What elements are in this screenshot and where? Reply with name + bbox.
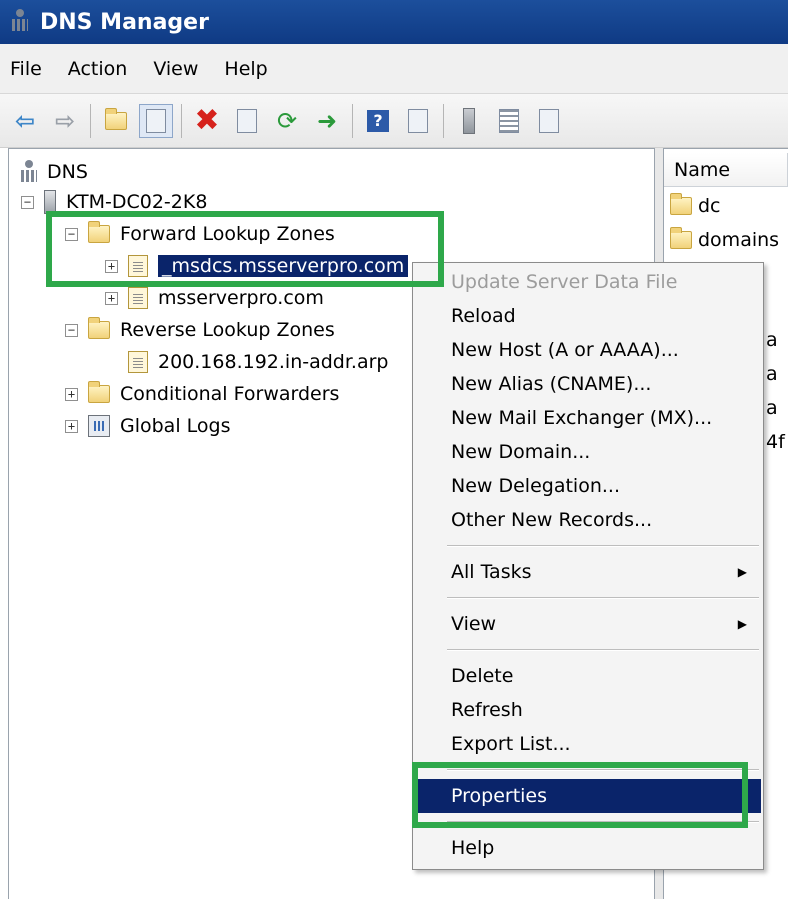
back-arrow-icon[interactable]: ⇦ [8, 104, 42, 138]
show-hide-console-tree-icon[interactable] [139, 103, 173, 138]
folder-icon [88, 381, 110, 403]
tree-node-global-logs[interactable]: + Global Logs [65, 411, 230, 441]
menu-item-export-list[interactable]: Export List... [415, 727, 761, 761]
menu-bar: File Action View Help [0, 44, 788, 94]
expand-icon[interactable]: + [105, 291, 118, 305]
menu-item-view[interactable]: View ▶ [415, 607, 761, 641]
menu-action[interactable]: Action [68, 58, 128, 80]
menu-item-delete[interactable]: Delete [415, 659, 761, 693]
menu-help[interactable]: Help [224, 58, 267, 80]
menu-item-all-tasks[interactable]: All Tasks ▶ [415, 555, 761, 589]
tree-node-dns[interactable]: DNS [21, 157, 88, 187]
collapse-icon[interactable]: − [65, 323, 78, 337]
menu-item-view-label: View [451, 613, 497, 635]
list-item[interactable]: domains [670, 225, 779, 255]
tree-label-server: KTM-DC02-2K8 [66, 191, 208, 213]
window-title: DNS Manager [40, 9, 209, 35]
submenu-arrow-icon: ▶ [737, 617, 747, 631]
expand-icon[interactable]: + [65, 419, 78, 433]
tree-label-msserverpro-zone: msserverpro.com [158, 287, 324, 309]
list-item-clipped-text: 4f [766, 431, 785, 453]
list-item-clipped-text: a [766, 329, 778, 351]
list-item-clipped-text: a [766, 397, 778, 419]
menu-item-other-new-records[interactable]: Other New Records... [415, 503, 761, 537]
properties-icon[interactable] [230, 104, 264, 138]
tree-label-reverse-zone: 200.168.192.in-addr.arp [158, 351, 389, 373]
folder-icon [670, 227, 692, 249]
tree-node-conditional-forwarders[interactable]: + Conditional Forwarders [65, 379, 339, 409]
tree-label-global-logs: Global Logs [120, 415, 231, 437]
dns-manager-icon [12, 9, 34, 35]
menu-item-new-delegation[interactable]: New Delegation... [415, 469, 761, 503]
delete-icon[interactable]: ✖ [190, 103, 224, 138]
menu-view[interactable]: View [153, 58, 198, 80]
dns-icon [21, 160, 37, 184]
menu-separator [447, 649, 759, 651]
menu-item-help[interactable]: Help [415, 831, 761, 865]
menu-file[interactable]: File [10, 58, 42, 80]
menu-item-new-host[interactable]: New Host (A or AAAA)... [415, 333, 761, 367]
tree-node-msserverpro-zone[interactable]: + msserverpro.com [105, 283, 324, 313]
menu-item-new-alias[interactable]: New Alias (CNAME)... [415, 367, 761, 401]
zone-icon [128, 287, 148, 309]
export-list-icon[interactable]: ➜ [310, 104, 344, 138]
tree-node-reverse-lookup-zones[interactable]: − Reverse Lookup Zones [65, 315, 335, 345]
column-header-name[interactable]: Name [664, 153, 788, 187]
list-item-clipped-text: a [766, 363, 778, 385]
toolbar-separator [443, 103, 444, 138]
annotation-box-zone [46, 211, 444, 287]
expand-icon[interactable]: + [65, 387, 78, 401]
forward-arrow-icon[interactable]: ⇨ [48, 104, 82, 138]
menu-item-new-domain[interactable]: New Domain... [415, 435, 761, 469]
menu-item-refresh[interactable]: Refresh [415, 693, 761, 727]
toolbar-separator [90, 103, 91, 138]
global-logs-icon [88, 415, 110, 437]
menu-item-update-server-data-file[interactable]: Update Server Data File [415, 265, 761, 299]
zone-icon [128, 351, 148, 373]
tree-label-reverse-lookup-zones: Reverse Lookup Zones [120, 319, 335, 341]
collapse-icon[interactable]: − [21, 195, 34, 209]
tree-label-conditional-forwarders: Conditional Forwarders [120, 383, 340, 405]
tree-node-reverse-zone[interactable]: 200.168.192.in-addr.arp [128, 347, 388, 377]
toolbar: ⇦ ⇨ ✖ ⟳ ➜ ? [0, 94, 788, 148]
menu-separator [447, 597, 759, 599]
up-folder-icon[interactable] [99, 104, 133, 138]
tree-label-dns: DNS [47, 161, 88, 183]
toolbar-separator [181, 103, 182, 138]
list-icon[interactable] [492, 104, 526, 138]
submenu-arrow-icon: ▶ [737, 565, 747, 579]
annotation-box-properties [412, 762, 748, 828]
refresh-icon[interactable]: ⟳ [270, 104, 304, 138]
folder-icon [670, 193, 692, 215]
list-item-label: dc [698, 195, 721, 217]
menu-separator [447, 545, 759, 547]
menu-item-new-mail-exchanger[interactable]: New Mail Exchanger (MX)... [415, 401, 761, 435]
folder-icon [88, 317, 110, 339]
list-item-label: domains [698, 229, 780, 251]
toolbar-separator [352, 103, 353, 138]
menu-item-reload[interactable]: Reload [415, 299, 761, 333]
list-item[interactable]: dc [670, 191, 721, 221]
document-icon[interactable] [532, 104, 566, 138]
server-icon[interactable] [452, 104, 486, 138]
help-icon[interactable]: ? [361, 104, 395, 138]
show-action-pane-icon[interactable] [401, 104, 435, 138]
title-bar: DNS Manager [0, 0, 788, 44]
menu-item-all-tasks-label: All Tasks [451, 561, 532, 583]
